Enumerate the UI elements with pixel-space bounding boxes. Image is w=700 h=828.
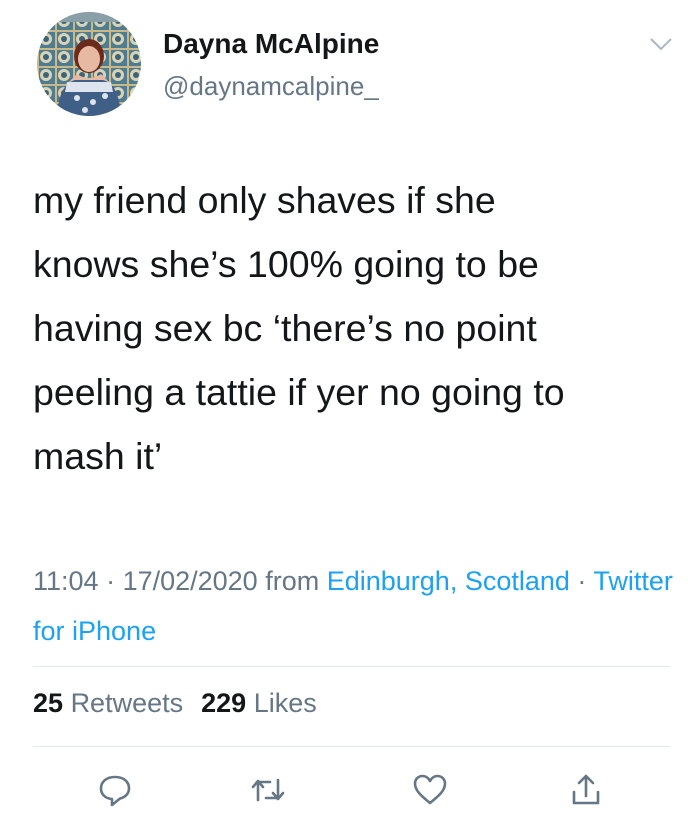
likes-label: Likes	[253, 688, 317, 718]
likes-stat[interactable]: 229 Likes	[201, 688, 317, 718]
meta-separator: ·	[98, 566, 123, 596]
reply-button[interactable]	[95, 770, 135, 810]
avatar[interactable]	[37, 12, 141, 116]
share-icon	[572, 774, 600, 805]
retweets-stat[interactable]: 25 Retweets	[33, 688, 183, 718]
author-name[interactable]: Dayna McAlpine	[163, 28, 379, 60]
retweets-label: Retweets	[70, 688, 184, 718]
author-handle[interactable]: @daynamcalpine_	[163, 71, 379, 102]
like-button[interactable]	[410, 770, 450, 810]
retweet-icon	[251, 778, 285, 802]
tweet-date: 17/02/2020	[122, 566, 258, 596]
divider	[33, 746, 670, 747]
retweet-button[interactable]	[248, 770, 288, 810]
avatar-image	[37, 12, 141, 116]
share-button[interactable]	[566, 770, 606, 810]
heart-icon	[413, 774, 447, 805]
meta-from: from	[257, 566, 327, 596]
tweet-stats: 25 Retweets 229 Likes	[33, 688, 317, 719]
chevron-down-icon[interactable]	[648, 34, 674, 54]
meta-separator: ·	[569, 566, 594, 596]
retweets-count: 25	[33, 688, 64, 718]
tweet-meta: 11:04 · 17/02/2020 from Edinburgh, Scotl…	[33, 556, 673, 656]
location-link[interactable]: Edinburgh, Scotland	[327, 566, 570, 596]
likes-count: 229	[201, 688, 247, 718]
reply-icon	[99, 775, 131, 807]
divider	[33, 666, 670, 667]
tweet-time: 11:04	[33, 566, 99, 596]
tweet-text: my friend only shaves if she knows she’s…	[33, 179, 565, 477]
